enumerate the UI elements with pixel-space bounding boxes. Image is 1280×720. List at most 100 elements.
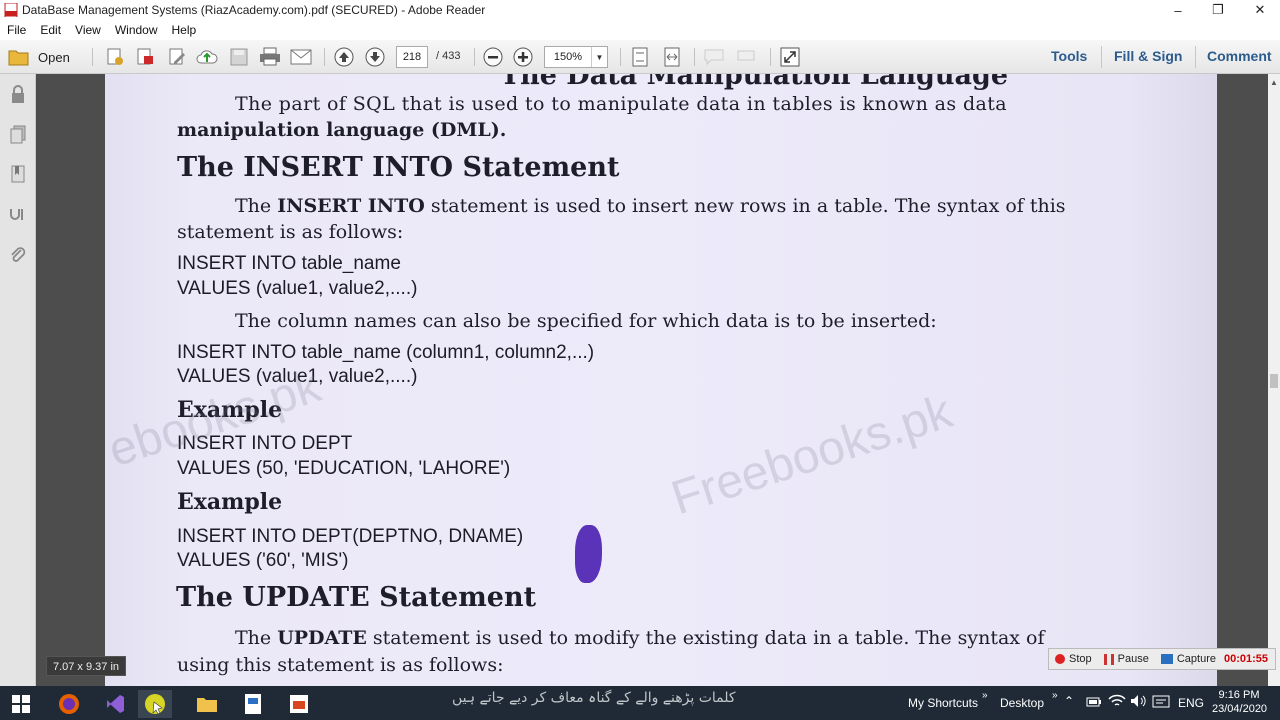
start-button[interactable] (4, 690, 38, 718)
taskbar-active-app[interactable] (138, 690, 172, 718)
chevron-right-icon[interactable]: » (1052, 690, 1058, 701)
taskbar-adobe-reader[interactable] (282, 690, 316, 718)
desktop-toolbar[interactable]: Desktop (1000, 696, 1044, 710)
menu-help[interactable]: Help (165, 23, 204, 37)
example-2-label: Example (177, 489, 283, 515)
scroll-up-icon[interactable]: ▲ (1270, 78, 1278, 87)
page-size-tooltip: 7.07 x 9.37 in (46, 656, 126, 676)
heading-update: The UPDATE Statement (176, 582, 537, 613)
share-button[interactable] (196, 46, 218, 68)
previous-page-button[interactable] (333, 46, 355, 68)
plus-circle-icon (513, 47, 533, 67)
edit-pdf-button[interactable] (166, 46, 188, 68)
insert-paragraph-1-line-2: statement is as follows: (177, 221, 404, 243)
open-button[interactable]: Open (8, 46, 78, 68)
windows-logo-icon (12, 695, 30, 713)
record-stop-icon (1055, 654, 1065, 664)
speaker-icon[interactable] (1130, 694, 1148, 708)
close-button[interactable]: ✕ (1240, 0, 1280, 20)
cut-off-heading: The Data Manipulation Language (500, 74, 1009, 91)
create-pdf-button[interactable] (104, 46, 126, 68)
chevron-down-icon[interactable]: ▼ (591, 47, 607, 67)
folder-icon (197, 698, 217, 712)
menu-window[interactable]: Window (108, 23, 165, 37)
tray-overflow-icon[interactable]: ⌃ (1064, 694, 1074, 708)
taskbar-urdu-banner: کلمات پڑھنے والے کے گناہ معاف کر دیے جات… (452, 690, 736, 706)
title-bar: DataBase Management Systems (RiazAcademy… (0, 0, 1280, 20)
capture-elapsed-time: 00:01:55 (1223, 653, 1269, 665)
zoom-in-button[interactable] (512, 46, 534, 68)
vertical-scrollbar[interactable]: ▲ (1268, 74, 1280, 686)
minimize-button[interactable]: – (1158, 0, 1198, 20)
paperclip-icon[interactable] (8, 246, 28, 266)
example-2-line-1: INSERT INTO DEPT(DEPTNO, DNAME) (177, 526, 524, 547)
screen-capture-control: Stop Pause Capture 00:01:55 (1048, 648, 1276, 670)
fit-page-icon (632, 47, 648, 67)
clock-time: 9:16 PM (1218, 689, 1260, 701)
fit-width-button[interactable] (660, 46, 684, 68)
page-number-input[interactable]: 218 (396, 46, 428, 68)
menu-file[interactable]: File (0, 23, 33, 37)
create-pdf-icon (107, 48, 123, 65)
signature-icon[interactable] (8, 204, 28, 224)
highlight-button[interactable] (734, 46, 758, 68)
pause-icon (1103, 653, 1114, 665)
wifi-icon[interactable] (1108, 694, 1126, 708)
pages-icon[interactable] (8, 124, 28, 144)
taskbar-firefox[interactable] (52, 690, 86, 718)
envelope-icon (290, 49, 312, 65)
zoom-select[interactable]: 150% ▼ (544, 46, 608, 68)
intro-line-2: manipulation language (DML). (177, 119, 507, 141)
document-viewport[interactable]: The Data Manipulation Language The part … (37, 74, 1268, 686)
capture-pause-button[interactable]: Pause (1103, 653, 1149, 665)
pencil-page-icon (169, 48, 185, 65)
pdf-icon (4, 3, 18, 17)
menu-view[interactable]: View (68, 23, 108, 37)
comment-bubble-button[interactable] (702, 46, 726, 68)
printer-icon (260, 47, 280, 66)
update-paragraph-1-line-2: using this statement is as follows: (177, 654, 504, 676)
capture-stop-button[interactable]: Stop (1055, 653, 1092, 665)
print-button[interactable] (258, 46, 282, 68)
menu-edit[interactable]: Edit (33, 23, 68, 37)
battery-icon[interactable] (1086, 696, 1102, 708)
cloud-upload-icon (196, 50, 218, 64)
highlight-icon (737, 50, 755, 61)
my-shortcuts-toolbar[interactable]: My Shortcuts (908, 696, 978, 710)
fill-sign-pane-button[interactable]: Fill & Sign (1114, 48, 1182, 64)
example-1-line-2: VALUES (50, 'EDUCATION, 'LAHORE') (177, 458, 511, 479)
taskbar-clock[interactable]: 9:16 PM 23/04/2020 (1212, 688, 1267, 716)
scroll-thumb[interactable] (1270, 374, 1278, 388)
zoom-value[interactable]: 150% (545, 47, 591, 67)
expand-icon (780, 47, 800, 67)
taskbar-visual-studio[interactable] (98, 690, 132, 718)
adobe-reader-icon (290, 695, 308, 713)
next-page-button[interactable] (364, 46, 386, 68)
notification-icon[interactable] (1152, 695, 1170, 709)
code-syntax-1-line-2: VALUES (value1, value2,....) (177, 278, 418, 299)
save-button[interactable] (228, 46, 250, 68)
bookmark-icon[interactable] (8, 164, 28, 184)
minus-circle-icon (483, 47, 503, 67)
insert-paragraph-1: The INSERT INTO statement is used to ins… (235, 195, 1066, 217)
chevron-right-icon[interactable]: » (982, 690, 988, 701)
capture-button[interactable]: Capture (1160, 653, 1216, 665)
email-button[interactable] (289, 46, 313, 68)
maximize-button[interactable]: ❐ (1198, 0, 1238, 20)
taskbar-file-explorer[interactable] (190, 690, 224, 718)
comment-pane-button[interactable]: Comment (1207, 48, 1272, 64)
export-pdf-icon (137, 48, 153, 65)
fullscreen-button[interactable] (778, 46, 802, 68)
input-language[interactable]: ENG (1178, 696, 1204, 710)
tools-pane-button[interactable]: Tools (1051, 48, 1087, 64)
zoom-out-button[interactable] (482, 46, 504, 68)
lock-icon[interactable] (8, 84, 28, 104)
taskbar-document[interactable] (236, 690, 270, 718)
export-pdf-button[interactable] (134, 46, 156, 68)
watermark-center: Freebooks.pk (665, 385, 959, 526)
folder-icon (8, 50, 29, 66)
example-2-line-2: VALUES ('60', 'MIS') (177, 550, 349, 571)
arrow-up-circle-icon (334, 47, 354, 67)
monitor-icon (1160, 654, 1173, 664)
fit-page-button[interactable] (628, 46, 652, 68)
